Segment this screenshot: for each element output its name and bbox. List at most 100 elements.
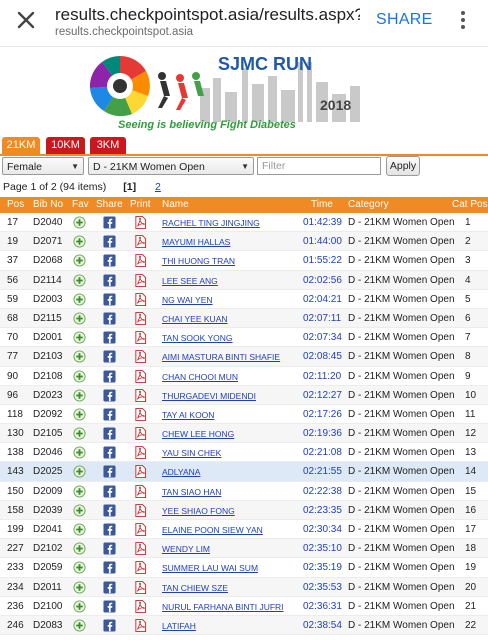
add-favorite-icon[interactable] <box>73 504 86 517</box>
pdf-icon[interactable] <box>134 465 147 479</box>
facebook-icon[interactable] <box>103 523 116 536</box>
runner-name-link[interactable]: NG WAI YEN <box>162 295 213 305</box>
add-favorite-icon[interactable] <box>73 408 86 421</box>
add-favorite-icon[interactable] <box>73 235 86 248</box>
add-favorite-icon[interactable] <box>73 369 86 383</box>
add-favorite-icon[interactable] <box>73 389 86 402</box>
facebook-icon[interactable] <box>103 504 116 517</box>
runner-name-link[interactable]: LATIFAH <box>162 621 196 631</box>
pdf-icon[interactable] <box>134 523 147 536</box>
facebook-icon[interactable] <box>103 274 116 287</box>
filter-input[interactable] <box>257 157 381 175</box>
facebook-icon[interactable] <box>103 235 116 248</box>
facebook-icon[interactable] <box>103 542 116 555</box>
runner-name-link[interactable]: TAY AI KOON <box>162 410 214 420</box>
pdf-icon[interactable] <box>134 388 147 402</box>
header-time[interactable]: Time <box>311 199 333 210</box>
pdf-icon[interactable] <box>134 311 147 325</box>
pdf-icon[interactable] <box>134 503 147 517</box>
runner-name-link[interactable]: CHEW LEE HONG <box>162 429 234 439</box>
facebook-icon[interactable] <box>103 254 116 267</box>
pdf-icon[interactable] <box>134 235 147 249</box>
runner-name-link[interactable]: TAN CHIEW SZE <box>162 583 228 593</box>
runner-name-link[interactable]: ELAINE POON SIEW YAN <box>162 525 263 535</box>
facebook-icon[interactable] <box>103 408 116 421</box>
add-favorite-icon[interactable] <box>73 331 86 344</box>
pdf-icon[interactable] <box>134 407 147 421</box>
facebook-icon[interactable] <box>103 485 116 498</box>
add-favorite-icon[interactable] <box>73 465 86 478</box>
add-favorite-icon[interactable] <box>73 600 86 613</box>
runner-name-link[interactable]: TAN SOOK YONG <box>162 333 233 343</box>
runner-name-link[interactable]: WENDY LIM <box>162 544 210 554</box>
facebook-icon[interactable] <box>103 331 116 344</box>
facebook-icon[interactable] <box>103 216 116 229</box>
pdf-icon[interactable] <box>134 350 147 364</box>
runner-name-link[interactable]: YEE SHIAO FONG <box>162 506 235 516</box>
add-favorite-icon[interactable] <box>73 485 86 498</box>
facebook-icon[interactable] <box>103 389 116 402</box>
header-pos[interactable]: Pos <box>7 199 24 210</box>
runner-name-link[interactable]: AIMI MASTURA BINTI SHAFIE <box>162 352 280 362</box>
pdf-icon[interactable] <box>134 292 147 306</box>
add-favorite-icon[interactable] <box>73 523 86 536</box>
facebook-icon[interactable] <box>103 369 116 383</box>
facebook-icon[interactable] <box>103 561 116 574</box>
add-favorite-icon[interactable] <box>73 561 86 574</box>
runner-name-link[interactable]: RACHEL TING JINGJING <box>162 218 260 228</box>
pdf-icon[interactable] <box>134 580 147 594</box>
runner-name-link[interactable]: THURGADEVI MIDENDI <box>162 391 256 401</box>
facebook-icon[interactable] <box>103 600 116 613</box>
runner-name-link[interactable]: TAN SIAO HAN <box>162 487 221 497</box>
pdf-icon[interactable] <box>134 216 147 229</box>
pdf-icon[interactable] <box>134 542 147 556</box>
facebook-icon[interactable] <box>103 427 116 440</box>
add-favorite-icon[interactable] <box>73 446 86 459</box>
runner-name-link[interactable]: YAU SIN CHEK <box>162 448 221 458</box>
pdf-icon[interactable] <box>134 484 147 498</box>
header-bib[interactable]: Bib No <box>33 199 63 210</box>
url-title[interactable]: results.checkpointspot.asia/results.aspx… <box>55 5 360 25</box>
add-favorite-icon[interactable] <box>73 542 86 555</box>
runner-name-link[interactable]: NURUL FARHANA BINTI JUFRI <box>162 602 284 612</box>
runner-name-link[interactable]: ADLYANA <box>162 467 200 477</box>
pdf-icon[interactable] <box>134 427 147 441</box>
add-favorite-icon[interactable] <box>73 312 86 325</box>
category-select[interactable]: D - 21KM Women Open ▼ <box>88 157 254 175</box>
runner-name-link[interactable]: CHAN CHOOI MUN <box>162 372 238 382</box>
runner-name-link[interactable]: THI HUONG TRAN <box>162 256 235 266</box>
add-favorite-icon[interactable] <box>73 581 86 594</box>
pdf-icon[interactable] <box>134 331 147 345</box>
add-favorite-icon[interactable] <box>73 274 86 287</box>
pdf-icon[interactable] <box>134 254 147 268</box>
pager-link-2[interactable]: 2 <box>155 181 161 193</box>
pdf-icon[interactable] <box>134 446 147 460</box>
add-favorite-icon[interactable] <box>73 427 86 440</box>
pdf-icon[interactable] <box>134 561 147 575</box>
pdf-icon[interactable] <box>134 369 147 383</box>
facebook-icon[interactable] <box>103 465 116 478</box>
header-cat-pos[interactable]: Cat Pos <box>452 199 488 210</box>
facebook-icon[interactable] <box>103 312 116 325</box>
apply-button[interactable]: Apply <box>386 156 420 176</box>
tab-21km[interactable]: 21KM <box>2 137 40 154</box>
add-favorite-icon[interactable] <box>73 619 86 632</box>
header-category[interactable]: Category <box>348 199 389 210</box>
add-favorite-icon[interactable] <box>73 350 86 363</box>
facebook-icon[interactable] <box>103 619 116 632</box>
close-icon[interactable] <box>14 8 38 32</box>
facebook-icon[interactable] <box>103 581 116 594</box>
runner-name-link[interactable]: MAYUMI HALLAS <box>162 237 230 247</box>
add-favorite-icon[interactable] <box>73 216 86 229</box>
share-button[interactable]: SHARE <box>376 11 433 29</box>
facebook-icon[interactable] <box>103 350 116 363</box>
overflow-menu-icon[interactable] <box>451 8 475 32</box>
pdf-icon[interactable] <box>134 618 147 632</box>
runner-name-link[interactable]: SUMMER LAU WAI SUM <box>162 563 258 573</box>
tab-3km[interactable]: 3KM <box>90 137 126 154</box>
runner-name-link[interactable]: CHAI YEE KUAN <box>162 314 228 324</box>
add-favorite-icon[interactable] <box>73 254 86 267</box>
facebook-icon[interactable] <box>103 293 116 306</box>
gender-select[interactable]: Female ▼ <box>2 157 84 175</box>
pdf-icon[interactable] <box>134 273 147 287</box>
